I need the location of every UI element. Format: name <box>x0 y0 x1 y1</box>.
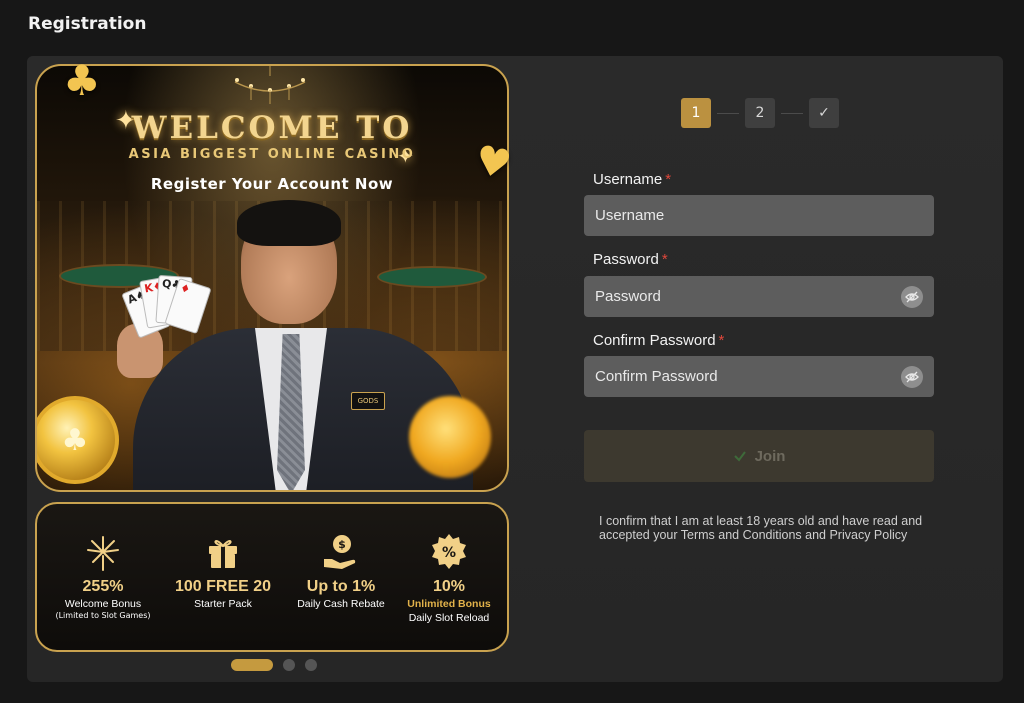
registration-stepper: 1 2 ✓ <box>681 98 839 128</box>
club-coin-icon: ♣ <box>37 396 119 484</box>
password-input[interactable] <box>584 276 901 317</box>
confirm-password-input[interactable] <box>584 356 901 397</box>
step-connector <box>781 112 803 114</box>
feature-starter-pack: 100 FREE 20 Starter Pack <box>165 532 281 610</box>
gold-coin-icon <box>409 396 491 478</box>
feature-cash-rebate: $ Up to 1% Daily Cash Rebate <box>283 532 399 610</box>
features-strip: 255% Welcome Bonus (Limited to Slot Game… <box>35 502 509 652</box>
poker-table <box>377 266 487 288</box>
join-button[interactable]: Join <box>584 430 934 482</box>
playing-cards-icon: A♠ K♦ Q♣ ♦ <box>121 274 215 346</box>
banner-tagline: Register Your Account Now <box>150 175 394 193</box>
feature-slot-reload: % 10% Unlimited Bonus Daily Slot Reload <box>391 532 507 624</box>
username-label: Username * <box>593 171 672 188</box>
chandelier-icon <box>234 66 306 104</box>
banner-title: WELCOME TO <box>131 110 413 146</box>
registration-panel: ✦ ✦ WELCOME TO ASIA BIGGEST ONLINE CASIN… <box>27 56 1003 682</box>
banner-subtitle: ASIA BIGGEST ONLINE CASINO <box>128 147 416 162</box>
carousel-dot[interactable] <box>305 659 317 671</box>
promo-banner[interactable]: ✦ ✦ WELCOME TO ASIA BIGGEST ONLINE CASIN… <box>35 64 509 492</box>
name-badge: GODS <box>351 392 385 410</box>
page-title: Registration <box>28 14 147 34</box>
club-icon: ♣ <box>63 56 101 105</box>
carousel-indicators <box>231 658 317 672</box>
confirm-password-label: Confirm Password * <box>593 332 725 349</box>
percent-badge-icon: % <box>429 532 469 572</box>
password-field[interactable] <box>584 276 934 317</box>
password-label: Password * <box>593 251 668 268</box>
step-1: 1 <box>681 98 711 128</box>
join-label: Join <box>754 447 786 465</box>
gift-icon <box>203 532 243 572</box>
host-hair <box>237 200 341 246</box>
confirm-password-field[interactable] <box>584 356 934 397</box>
carousel-dot[interactable] <box>283 659 295 671</box>
fireworks-icon <box>83 532 123 572</box>
required-asterisk: * <box>661 251 668 268</box>
step-complete-check-icon: ✓ <box>809 98 839 128</box>
required-asterisk: * <box>665 171 672 188</box>
step-2: 2 <box>745 98 775 128</box>
cash-hand-icon: $ <box>321 532 361 572</box>
feature-welcome-bonus: 255% Welcome Bonus (Limited to Slot Game… <box>45 532 161 620</box>
required-asterisk: * <box>718 332 725 349</box>
carousel-dot-active[interactable] <box>231 659 273 671</box>
svg-text:%: % <box>442 545 456 561</box>
age-consent-text: I confirm that I am at least 18 years ol… <box>599 514 923 542</box>
step-connector <box>717 112 739 114</box>
svg-text:$: $ <box>338 538 346 551</box>
eye-off-icon[interactable] <box>901 365 923 388</box>
eye-off-icon[interactable] <box>901 285 923 308</box>
username-input[interactable] <box>584 195 934 236</box>
username-field[interactable] <box>584 195 934 236</box>
check-icon <box>733 451 746 462</box>
